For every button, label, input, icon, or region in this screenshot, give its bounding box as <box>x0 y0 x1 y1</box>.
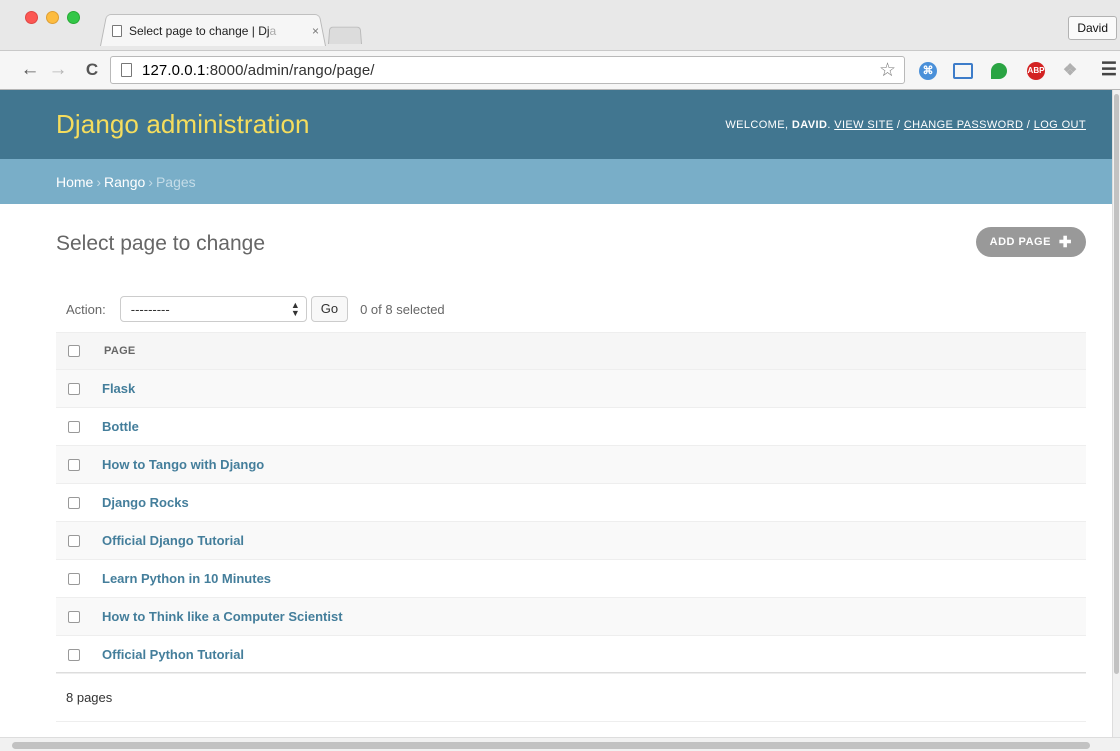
table-row: Learn Python in 10 Minutes <box>56 560 1086 598</box>
table-row: Official Python Tutorial <box>56 636 1086 674</box>
breadcrumb-current: Pages <box>155 173 196 190</box>
page-icon <box>121 63 132 77</box>
tab-title: Select page to change | Dja <box>129 24 277 38</box>
select-all-checkbox[interactable] <box>68 345 80 357</box>
row-checkbox[interactable] <box>68 610 80 623</box>
extension-screen-icon[interactable] <box>953 63 973 79</box>
plus-icon: ✚ <box>1058 234 1072 251</box>
table-header: PAGE <box>56 332 1086 370</box>
row-checkbox[interactable] <box>68 382 80 395</box>
profile-button[interactable]: David <box>1068 16 1117 40</box>
username: DAVID <box>791 118 828 131</box>
minimize-window-button[interactable] <box>46 11 59 24</box>
site-brand[interactable]: Django administration <box>56 109 310 140</box>
maximize-window-button[interactable] <box>67 11 80 24</box>
table-row: Official Django Tutorial <box>56 522 1086 560</box>
select-arrows-icon: ▲ ▼ <box>290 300 300 318</box>
table-row: Bottle <box>56 408 1086 446</box>
table-row: How to Tango with Django <box>56 446 1086 484</box>
page-viewport: Django administration WELCOME, DAVID. VI… <box>0 90 1112 737</box>
row-checkbox[interactable] <box>68 458 80 471</box>
change-password-link[interactable]: CHANGE PASSWORD <box>904 119 1023 131</box>
vertical-scroll-thumb[interactable] <box>1114 94 1119 674</box>
welcome-text: WELCOME, <box>725 118 792 131</box>
row-checkbox[interactable] <box>68 420 80 433</box>
selected-count: 0 of 8 selected <box>360 301 445 317</box>
tab-close-icon[interactable]: × <box>312 24 322 38</box>
row-link[interactable]: Official Python Tutorial <box>102 647 244 662</box>
page-title: Select page to change <box>56 232 265 255</box>
table-row: How to Think like a Computer Scientist <box>56 598 1086 636</box>
horizontal-scroll-thumb[interactable] <box>12 742 1090 749</box>
action-label: Action: <box>66 301 106 317</box>
row-link[interactable]: Django Rocks <box>102 495 189 510</box>
adblock-icon[interactable]: ABP <box>1027 62 1045 80</box>
row-link[interactable]: Flask <box>102 381 135 396</box>
dropbox-icon[interactable]: ❖ <box>1061 62 1079 80</box>
add-page-label: ADD PAGE <box>989 236 1051 248</box>
user-tools: WELCOME, DAVID. VIEW SITE / CHANGE PASSW… <box>725 118 1086 131</box>
breadcrumb: Home › Rango › Pages <box>0 159 1112 204</box>
view-site-link[interactable]: VIEW SITE <box>834 119 893 131</box>
column-header-page[interactable]: PAGE <box>104 345 136 357</box>
row-checkbox[interactable] <box>68 648 80 661</box>
row-link[interactable]: Bottle <box>102 419 139 434</box>
row-link[interactable]: How to Think like a Computer Scientist <box>102 609 343 624</box>
row-checkbox[interactable] <box>68 496 80 509</box>
back-arrow-icon[interactable]: ← <box>20 59 40 81</box>
row-checkbox[interactable] <box>68 572 80 585</box>
row-link[interactable]: Official Django Tutorial <box>102 533 244 548</box>
menu-icon[interactable]: ☰ <box>1100 60 1118 78</box>
add-page-button[interactable]: ADD PAGE ✚ <box>975 227 1086 257</box>
browser-tab-content[interactable]: Select page to change | Dja × <box>112 21 322 41</box>
close-window-button[interactable] <box>25 11 38 24</box>
page-icon <box>112 25 122 37</box>
breadcrumb-separator: › <box>148 173 153 190</box>
extension-command-icon[interactable]: ⌘ <box>919 62 937 80</box>
forward-arrow-icon[interactable]: → <box>48 59 68 81</box>
action-select-value: --------- <box>130 301 170 317</box>
new-tab-button[interactable] <box>328 26 362 44</box>
actions-bar: Action: --------- ▲ ▼ Go 0 of 8 selected <box>56 294 1086 324</box>
table-row: Django Rocks <box>56 484 1086 522</box>
result-list: PAGE Flask Bottle How to Tango with Djan… <box>56 332 1086 674</box>
reload-icon[interactable]: C <box>82 59 102 81</box>
address-bar[interactable]: 127.0.0.1:8000/admin/rango/page/ ☆ <box>110 56 905 84</box>
bookmark-star-icon[interactable]: ☆ <box>879 59 896 82</box>
breadcrumb-home[interactable]: Home <box>56 174 93 190</box>
row-link[interactable]: Learn Python in 10 Minutes <box>102 571 271 586</box>
row-checkbox[interactable] <box>68 534 80 547</box>
url-text: 127.0.0.1:8000/admin/rango/page/ <box>142 61 375 79</box>
action-select[interactable]: --------- ▲ ▼ <box>119 296 307 322</box>
browser-toolbar: ← → C 127.0.0.1:8000/admin/rango/page/ ☆… <box>0 50 1120 90</box>
breadcrumb-separator: › <box>96 173 102 190</box>
horizontal-scrollbar[interactable] <box>0 737 1120 751</box>
paginator: 8 pages <box>56 672 1086 722</box>
breadcrumb-app[interactable]: Rango <box>104 174 145 190</box>
log-out-link[interactable]: LOG OUT <box>1034 119 1086 131</box>
table-row: Flask <box>56 370 1086 408</box>
vertical-scrollbar[interactable] <box>1112 90 1120 737</box>
row-link[interactable]: How to Tango with Django <box>102 457 264 472</box>
go-button[interactable]: Go <box>310 296 349 322</box>
admin-header: Django administration WELCOME, DAVID. VI… <box>0 90 1112 159</box>
browser-titlebar: Select page to change | Dja × David <box>0 0 1120 50</box>
extension-chat-icon[interactable] <box>991 63 1007 79</box>
